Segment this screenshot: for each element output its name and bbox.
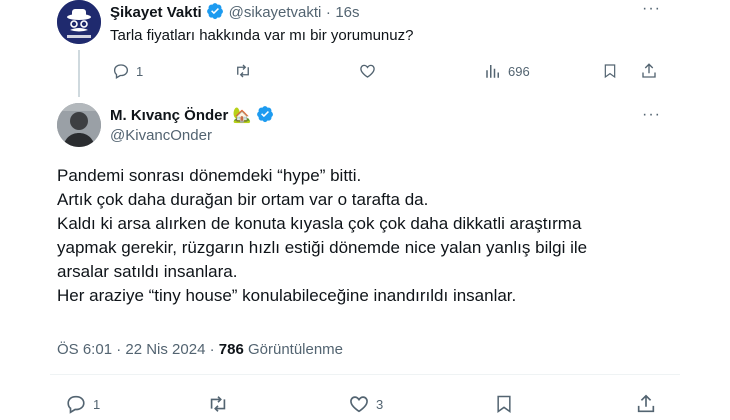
tweet-line: Artık çok daha durağan bir ortam var o t… — [57, 190, 429, 209]
repost-icon — [237, 64, 249, 78]
tweet-line: Pandemi sonrası dönemdeki “hype” bitti. — [57, 166, 362, 185]
reply-button[interactable]: 1 — [112, 62, 143, 80]
post-time[interactable]: 16s — [335, 4, 359, 21]
reply-to-header: Şikayet Vakti @sikayetvakti · 16s — [110, 2, 360, 22]
views-chart-icon — [486, 65, 499, 78]
share-button[interactable] — [640, 62, 658, 80]
separator: · — [325, 4, 331, 21]
divider — [50, 374, 680, 375]
repost-button[interactable] — [233, 62, 253, 80]
avatar-kivanconder[interactable] — [57, 103, 101, 147]
like-button[interactable] — [358, 62, 377, 80]
bookmark-button[interactable] — [602, 62, 618, 80]
author-handle[interactable]: @KivancOnder — [110, 127, 212, 144]
author-handle[interactable]: @sikayetvakti — [229, 4, 322, 21]
reply-to-text: Tarla fiyatları hakkında var mı bir yoru… — [110, 27, 414, 44]
more-options-icon[interactable]: ··· — [642, 106, 661, 124]
avatar-sikayetvakti[interactable] — [57, 0, 101, 44]
more-options-icon[interactable]: ··· — [642, 0, 661, 18]
share-icon — [637, 394, 655, 413]
timestamp[interactable]: ÖS 6:01 · 22 Nis 2024 · — [57, 341, 215, 358]
detective-logo-icon — [57, 0, 101, 44]
tweet-line: Kaldı ki arsa alırken de konuta kıyasla … — [57, 214, 582, 233]
house-emoji: 🏡 — [232, 107, 252, 124]
heart-icon — [360, 64, 375, 78]
tweet-line: Her araziye “tiny house” konulabileceğin… — [57, 286, 517, 305]
author-name[interactable]: M. Kıvanç Önder — [110, 107, 228, 124]
thread-line — [78, 50, 80, 97]
tweet-author-name-row: M. Kıvanç Önder 🏡 — [110, 105, 274, 125]
share-button[interactable] — [635, 393, 657, 415]
tweet-line: yapmak gerekir, rüzgarın hızlı estiği dö… — [57, 238, 588, 257]
reply-count: 1 — [136, 63, 144, 79]
reply-count: 1 — [93, 396, 101, 412]
profile-photo — [57, 103, 101, 147]
like-count: 3 — [376, 396, 384, 412]
views-label: Görüntülenme — [247, 341, 344, 358]
bookmark-icon — [497, 395, 511, 413]
verified-badge-icon — [207, 3, 224, 20]
reply-icon — [113, 64, 129, 79]
reply-button[interactable]: 1 — [65, 393, 100, 415]
tweet-line: arsalar satıldı insanlara. — [57, 262, 238, 281]
tweet-meta: ÖS 6:01 · 22 Nis 2024 · 786 Görüntülenme — [57, 341, 343, 358]
views-button[interactable]: 696 — [484, 62, 530, 80]
repost-button[interactable] — [206, 393, 230, 415]
like-button[interactable]: 3 — [348, 393, 383, 415]
share-icon — [642, 63, 656, 78]
bookmark-button[interactable] — [494, 393, 514, 415]
author-name[interactable]: Şikayet Vakti — [110, 4, 202, 21]
tweet-body: Pandemi sonrası dönemdeki “hype” bitti. … — [57, 164, 677, 308]
reply-icon — [67, 395, 85, 414]
heart-icon — [350, 396, 368, 413]
views-count: 696 — [508, 63, 530, 79]
repost-icon — [210, 396, 226, 412]
bookmark-icon — [604, 64, 616, 79]
verified-badge-icon — [257, 106, 273, 123]
views-count: 786 — [218, 341, 244, 358]
